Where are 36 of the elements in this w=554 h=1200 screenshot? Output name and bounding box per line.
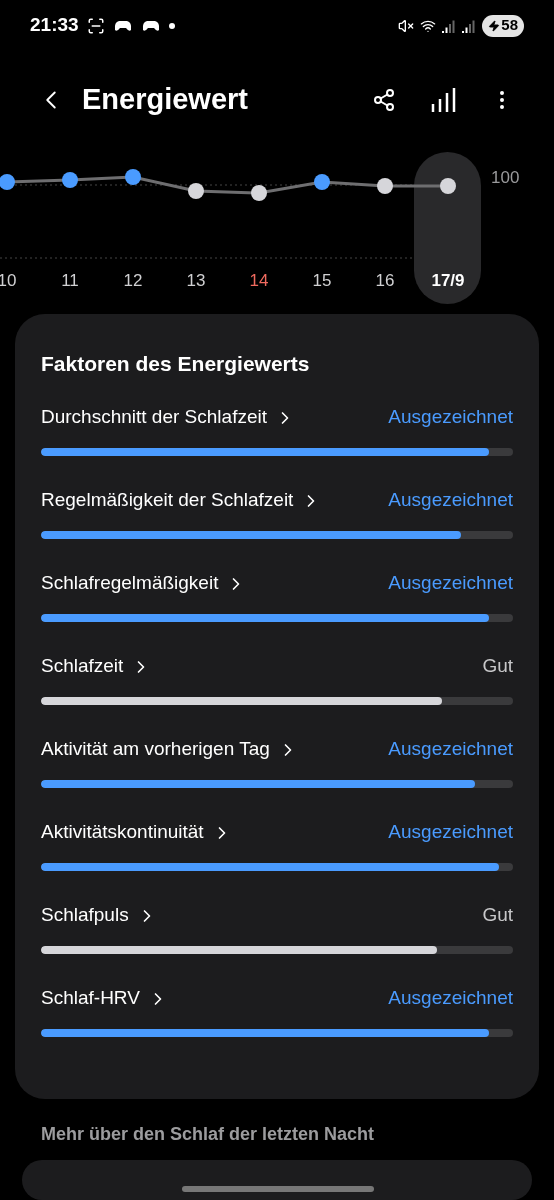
date-label: 12 xyxy=(122,269,144,292)
status-time: 21:33 xyxy=(30,13,79,38)
section-heading: Mehr über den Schlaf der letzten Nacht xyxy=(41,1123,376,1147)
date-label: 13 xyxy=(185,269,207,292)
screenshot-icon xyxy=(86,16,105,35)
axis-label: 100 xyxy=(491,166,520,189)
factor-rating: Ausgezeichnet xyxy=(388,405,513,430)
battery-indicator: 58 xyxy=(482,14,524,37)
date-label[interactable]: 17/9 xyxy=(418,267,478,293)
factor-link[interactable]: Schlaf-HRV xyxy=(41,984,168,1013)
factor-rating: Gut xyxy=(482,903,513,928)
factor-rating: Gut xyxy=(482,654,513,679)
signal-icon xyxy=(442,18,457,33)
share-icon[interactable] xyxy=(372,88,396,112)
date-label: 15 xyxy=(311,269,333,292)
page-title: Energiewert xyxy=(82,82,249,118)
bar-chart-icon[interactable] xyxy=(430,87,456,113)
factor-link[interactable]: Schlafregelmäßigkeit xyxy=(41,569,247,598)
factor-link[interactable]: Regelmäßigkeit der Schlafzeit xyxy=(41,486,322,515)
factor-rating: Ausgezeichnet xyxy=(388,737,513,762)
mute-icon xyxy=(398,17,415,34)
date-label: 11 xyxy=(60,269,80,292)
factor-rating: Ausgezeichnet xyxy=(388,820,513,845)
factor-rating: Ausgezeichnet xyxy=(388,986,513,1011)
factor-link[interactable]: Aktivitätskontinuität xyxy=(41,818,232,847)
date-label: 14 xyxy=(248,269,270,292)
dot-icon xyxy=(168,22,175,29)
card-title: Faktoren des Energiewerts xyxy=(41,350,311,377)
signal-icon xyxy=(462,18,477,33)
factor-link[interactable]: Aktivität am vorherigen Tag xyxy=(41,735,298,764)
factor-link[interactable]: Durchschnitt der Schlafzeit xyxy=(41,403,295,432)
factor-link[interactable]: Schlafpuls xyxy=(41,901,157,930)
factor-link[interactable]: Schlafzeit xyxy=(41,652,152,681)
factor-rating: Ausgezeichnet xyxy=(388,571,513,596)
factor-rating: Ausgezeichnet xyxy=(388,488,513,513)
date-label: 16 xyxy=(374,269,396,292)
